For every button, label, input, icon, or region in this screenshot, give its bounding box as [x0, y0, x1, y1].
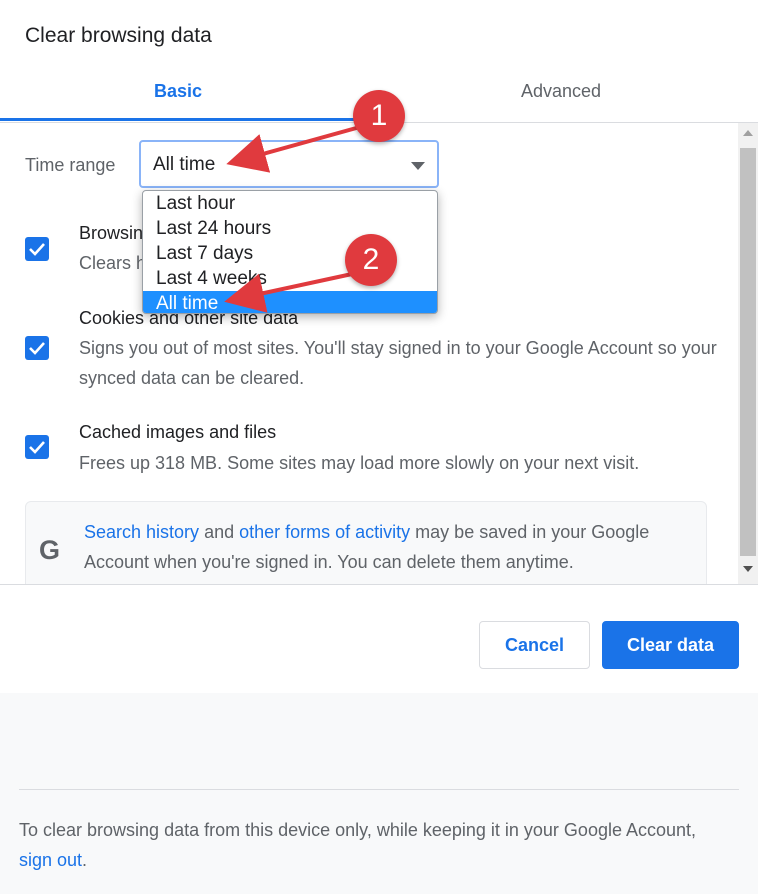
- other-activity-link[interactable]: other forms of activity: [239, 522, 410, 542]
- cache-checkbox[interactable]: [25, 435, 49, 459]
- cache-title: Cached images and files: [79, 422, 277, 442]
- divider: [0, 584, 758, 585]
- browsing-history-checkbox[interactable]: [25, 237, 49, 261]
- dialog-title: Clear browsing data: [25, 24, 212, 47]
- scroll-up-arrow-icon[interactable]: [743, 130, 753, 136]
- dropdown-caret-icon: [411, 162, 425, 170]
- footer-text: To clear browsing data from this device …: [19, 815, 719, 875]
- footer: To clear browsing data from this device …: [0, 693, 758, 894]
- cache-desc: Frees up 318 MB. Some sites may load mor…: [79, 453, 640, 473]
- clear-data-button[interactable]: Clear data: [602, 621, 739, 669]
- cookies-desc: Signs you out of most sites. You'll stay…: [79, 338, 717, 388]
- cookies-checkbox[interactable]: [25, 336, 49, 360]
- search-history-link[interactable]: Search history: [84, 522, 199, 542]
- footer-message: To clear browsing data from this device …: [19, 820, 697, 840]
- scrollbar[interactable]: [738, 123, 758, 584]
- option-last-hour[interactable]: Last hour: [143, 191, 437, 216]
- checkmark-icon: [29, 441, 45, 454]
- tab-advanced[interactable]: Advanced: [380, 66, 742, 118]
- sign-out-link[interactable]: sign out: [19, 850, 82, 870]
- google-notice-text: Search history and other forms of activi…: [84, 517, 704, 577]
- time-range-select[interactable]: All time: [139, 140, 439, 188]
- tab-basic[interactable]: Basic: [0, 66, 356, 121]
- google-icon: G: [39, 535, 61, 565]
- google-activity-notice: G Search history and other forms of acti…: [25, 501, 707, 584]
- time-range-label: Time range: [25, 155, 116, 175]
- cancel-button[interactable]: Cancel: [479, 621, 590, 669]
- option-last-24-hours[interactable]: Last 24 hours: [143, 216, 437, 241]
- footer-divider: [19, 789, 739, 790]
- scroll-down-arrow-icon[interactable]: [743, 566, 753, 572]
- notice-text-1: and: [199, 522, 240, 542]
- step-marker-2: 2: [345, 234, 397, 286]
- time-range-value: All time: [153, 154, 216, 175]
- checkmark-icon: [29, 342, 45, 355]
- checkmark-icon: [29, 243, 45, 256]
- scrollbar-thumb[interactable]: [740, 148, 756, 556]
- footer-period: .: [82, 850, 88, 870]
- option-all-time[interactable]: All time: [143, 291, 437, 313]
- step-marker-1: 1: [353, 90, 405, 142]
